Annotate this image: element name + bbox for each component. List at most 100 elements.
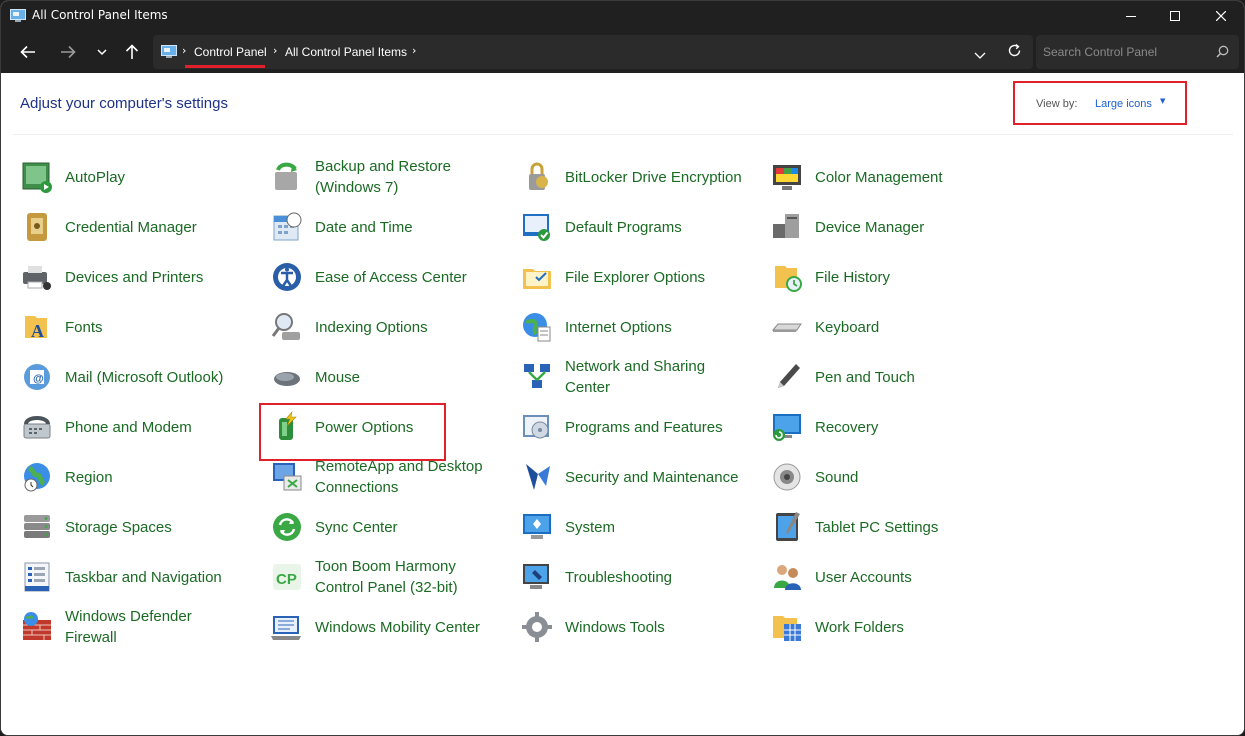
- control-panel-item-label: Recovery: [815, 418, 879, 436]
- control-panel-item-indexing-options[interactable]: Indexing Options: [270, 305, 428, 349]
- control-panel-item-credential-manager[interactable]: Credential Manager: [20, 205, 197, 249]
- back-button[interactable]: [15, 40, 41, 64]
- minimize-button[interactable]: [1108, 1, 1154, 31]
- control-panel-item-bitlocker[interactable]: BitLocker Drive Encryption: [520, 155, 742, 199]
- pen-touch-icon: [770, 360, 804, 394]
- control-panel-item-default-programs[interactable]: Default Programs: [520, 205, 682, 249]
- power-options-annotation-box: [259, 403, 446, 461]
- control-panel-item-firewall[interactable]: Windows Defender Firewall: [20, 605, 192, 649]
- recent-locations-button[interactable]: [89, 40, 115, 64]
- refresh-button[interactable]: [1007, 43, 1022, 62]
- control-panel-item-label: Windows Tools: [565, 618, 665, 636]
- control-panel-item-programs-features[interactable]: Programs and Features: [520, 405, 723, 449]
- control-panel-item-mail[interactable]: @ Mail (Microsoft Outlook): [20, 355, 223, 399]
- security-maintenance-icon: [520, 460, 554, 494]
- control-panel-item-taskbar-navigation[interactable]: Taskbar and Navigation: [20, 555, 222, 599]
- programs-features-icon: [520, 410, 554, 444]
- control-panel-item-ease-of-access[interactable]: Ease of Access Center: [270, 255, 467, 299]
- control-panel-window: All Control Panel Items › Control Panel …: [0, 0, 1245, 736]
- control-panel-item-label: Region: [65, 468, 113, 486]
- view-by-dropdown[interactable]: Large icons: [1095, 98, 1152, 110]
- control-panel-item-mouse[interactable]: Mouse: [270, 355, 360, 399]
- control-panel-item-toon-boom[interactable]: CP Toon Boom Harmony Control Panel (32-bi…: [270, 555, 458, 599]
- chevron-right-icon[interactable]: ›: [273, 44, 277, 57]
- control-panel-item-region[interactable]: Region: [20, 455, 113, 499]
- storage-spaces-icon: [20, 510, 54, 544]
- address-dropdown-button[interactable]: [974, 45, 986, 64]
- control-panel-item-color-management[interactable]: Color Management: [770, 155, 943, 199]
- control-panel-item-label: Phone and Modem: [65, 418, 192, 436]
- control-panel-item-sync-center[interactable]: Sync Center: [270, 505, 398, 549]
- control-panel-item-recovery[interactable]: Recovery: [770, 405, 878, 449]
- control-panel-item-storage-spaces[interactable]: Storage Spaces: [20, 505, 172, 549]
- title-bar: All Control Panel Items: [1, 1, 1244, 31]
- mail-icon: @: [20, 360, 54, 394]
- chevron-right-icon[interactable]: ›: [412, 44, 416, 57]
- date-time-icon: [270, 210, 304, 244]
- svg-text:CP: CP: [276, 571, 297, 588]
- control-panel-item-pen-touch[interactable]: Pen and Touch: [770, 355, 915, 399]
- close-button[interactable]: [1198, 1, 1244, 31]
- firewall-icon: [20, 610, 54, 644]
- ease-of-access-icon: [270, 260, 304, 294]
- control-panel-item-fonts[interactable]: A Fonts: [20, 305, 103, 349]
- control-panel-item-security-maintenance[interactable]: Security and Maintenance: [520, 455, 738, 499]
- phone-modem-icon: [20, 410, 54, 444]
- control-panel-item-label: Storage Spaces: [65, 518, 172, 536]
- control-panel-item-file-history[interactable]: File History: [770, 255, 890, 299]
- control-panel-item-file-explorer-options[interactable]: File Explorer Options: [520, 255, 705, 299]
- forward-button[interactable]: [55, 40, 81, 64]
- control-panel-item-label: Ease of Access Center: [315, 268, 467, 286]
- control-panel-item-phone-modem[interactable]: Phone and Modem: [20, 405, 192, 449]
- mouse-icon: [270, 360, 304, 394]
- search-input[interactable]: Search Control Panel: [1036, 35, 1239, 69]
- control-panel-item-label: Mouse: [315, 368, 361, 386]
- control-panel-item-tablet-pc[interactable]: Tablet PC Settings: [770, 505, 938, 549]
- control-panel-app-icon: [10, 9, 26, 22]
- control-panel-item-system[interactable]: System: [520, 505, 615, 549]
- control-panel-location-icon: [161, 45, 177, 58]
- arrow-left-icon: [20, 45, 35, 59]
- search-placeholder: Search Control Panel: [1043, 45, 1158, 59]
- maximize-button[interactable]: [1152, 1, 1198, 31]
- control-panel-item-network-sharing[interactable]: Network and Sharing Center: [520, 355, 705, 399]
- internet-options-icon: [520, 310, 554, 344]
- search-icon: [1216, 45, 1229, 58]
- control-panel-item-label: Tablet PC Settings: [815, 518, 939, 536]
- control-panel-item-label: Date and Time: [315, 218, 413, 236]
- color-management-icon: [770, 160, 804, 194]
- sound-icon: [770, 460, 804, 494]
- backup-restore-icon: [270, 160, 304, 194]
- control-panel-item-autoplay[interactable]: AutoPlay: [20, 155, 125, 199]
- control-panel-item-internet-options[interactable]: Internet Options: [520, 305, 672, 349]
- control-panel-item-label: Sound: [815, 468, 859, 486]
- control-panel-item-device-manager[interactable]: Device Manager: [770, 205, 924, 249]
- address-bar[interactable]: › Control Panel › All Control Panel Item…: [153, 35, 1033, 69]
- dropdown-arrow-icon[interactable]: ▼: [1160, 97, 1165, 105]
- breadcrumb-control-panel[interactable]: Control Panel: [194, 45, 267, 59]
- control-panel-item-mobility-center[interactable]: Windows Mobility Center: [270, 605, 480, 649]
- control-panel-item-backup-restore[interactable]: Backup and Restore (Windows 7): [270, 155, 451, 199]
- control-panel-item-work-folders[interactable]: Work Folders: [770, 605, 904, 649]
- recovery-icon: [770, 410, 804, 444]
- control-panel-item-date-time[interactable]: Date and Time: [270, 205, 413, 249]
- control-panel-item-label: Security and Maintenance: [565, 468, 739, 486]
- keyboard-icon: [770, 310, 804, 344]
- arrow-right-icon: [61, 45, 76, 59]
- control-panel-item-troubleshooting[interactable]: Troubleshooting: [520, 555, 672, 599]
- file-explorer-options-icon: [520, 260, 554, 294]
- control-panel-item-sound[interactable]: Sound: [770, 455, 858, 499]
- control-panel-item-remoteapp[interactable]: RemoteApp and Desktop Connections: [270, 455, 483, 499]
- breadcrumb-all-items[interactable]: All Control Panel Items: [285, 45, 407, 59]
- up-button[interactable]: [119, 40, 145, 64]
- control-panel-item-windows-tools[interactable]: Windows Tools: [520, 605, 665, 649]
- control-panel-item-label: User Accounts: [815, 568, 912, 586]
- control-panel-item-user-accounts[interactable]: User Accounts: [770, 555, 912, 599]
- page-title: Adjust your computer's settings: [20, 95, 228, 112]
- control-panel-item-keyboard[interactable]: Keyboard: [770, 305, 879, 349]
- control-panel-item-label: Internet Options: [565, 318, 672, 336]
- control-panel-item-label: Default Programs: [565, 218, 682, 236]
- control-panel-item-label: Indexing Options: [315, 318, 428, 336]
- control-panel-item-devices-printers[interactable]: Devices and Printers: [20, 255, 203, 299]
- control-panel-item-label: BitLocker Drive Encryption: [565, 168, 742, 186]
